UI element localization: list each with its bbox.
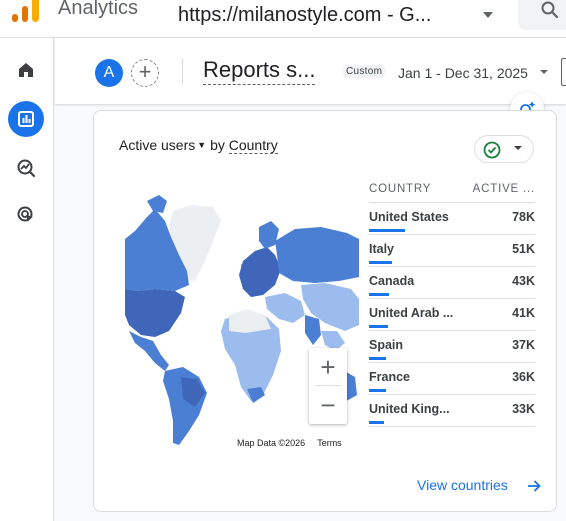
country-name: United States bbox=[369, 210, 449, 224]
country-name: United Arab ... bbox=[369, 306, 454, 320]
view-countries-link[interactable]: View countries bbox=[417, 477, 508, 493]
property-selector[interactable]: https://milanostyle.com - G... bbox=[178, 4, 431, 27]
nav-reports[interactable] bbox=[8, 101, 44, 137]
compare-button[interactable] bbox=[561, 58, 566, 86]
map-region-canada-arctic bbox=[147, 195, 167, 213]
map-zoom-controls: + − bbox=[309, 348, 347, 424]
table-row[interactable]: United Arab ... 41K bbox=[369, 299, 535, 331]
metric-selector[interactable]: Active users bbox=[119, 137, 195, 153]
chevron-down-icon[interactable] bbox=[480, 8, 496, 22]
active-users-value: 37K bbox=[512, 338, 535, 352]
table-header: COUNTRY ACTIVE ... bbox=[369, 179, 535, 203]
check-circle-icon bbox=[483, 141, 501, 159]
chevron-down-icon[interactable] bbox=[539, 68, 549, 76]
share-bar bbox=[369, 325, 389, 328]
dimension-selector[interactable]: Country bbox=[228, 137, 278, 154]
chevron-down-icon bbox=[514, 146, 522, 150]
map-region-india bbox=[305, 315, 321, 345]
active-users-value: 43K bbox=[512, 274, 535, 288]
report-header: A + Reports s... Custom Jan 1 - Dec 31, … bbox=[55, 38, 566, 104]
divider bbox=[315, 385, 341, 386]
country-name: Italy bbox=[369, 242, 395, 256]
search-button[interactable] bbox=[518, 0, 566, 30]
analytics-logo-icon[interactable] bbox=[12, 0, 42, 22]
active-users-value: 51K bbox=[512, 242, 535, 256]
explore-icon bbox=[17, 159, 36, 178]
share-bar bbox=[369, 357, 386, 360]
active-users-value: 78K bbox=[512, 210, 535, 224]
card-title: Active users ▼ by Country bbox=[119, 137, 278, 154]
comparison-avatar[interactable]: A bbox=[95, 59, 123, 87]
page-title[interactable]: Reports s... bbox=[203, 58, 316, 85]
nav-advertising[interactable] bbox=[8, 197, 44, 233]
share-bar bbox=[369, 293, 389, 296]
data-quality-chip[interactable] bbox=[474, 135, 534, 163]
map-region-north-africa bbox=[229, 309, 271, 333]
share-bar bbox=[369, 261, 393, 264]
column-header-active-users[interactable]: ACTIVE ... bbox=[473, 183, 535, 195]
app-name: Analytics bbox=[58, 0, 139, 19]
map-terms-link[interactable]: Terms bbox=[317, 438, 342, 448]
divider bbox=[182, 58, 183, 84]
map-region-middle-east bbox=[265, 293, 305, 323]
zoom-out-button[interactable]: − bbox=[309, 386, 347, 424]
search-icon bbox=[541, 1, 559, 19]
map-attribution: Map Data ©2026 Terms bbox=[233, 436, 359, 450]
share-bar bbox=[369, 389, 386, 392]
active-users-value: 33K bbox=[512, 402, 535, 416]
country-name: Canada bbox=[369, 274, 415, 288]
date-range-picker[interactable]: Jan 1 - Dec 31, 2025 bbox=[398, 65, 528, 81]
map-region-mexico bbox=[129, 331, 169, 371]
country-name: Spain bbox=[369, 338, 404, 352]
country-name: France bbox=[369, 370, 410, 384]
table-row[interactable]: United States 78K bbox=[369, 203, 535, 235]
table-row[interactable]: United King... 33K bbox=[369, 395, 535, 427]
active-users-value: 36K bbox=[512, 370, 535, 384]
table-row[interactable]: Canada 43K bbox=[369, 267, 535, 299]
share-bar bbox=[369, 421, 385, 424]
map-region-united-states bbox=[125, 289, 185, 337]
home-icon bbox=[19, 63, 33, 77]
side-navigation bbox=[0, 38, 54, 521]
date-custom-chip: Custom bbox=[343, 65, 386, 78]
advertising-icon bbox=[17, 206, 33, 222]
column-header-country[interactable]: COUNTRY bbox=[369, 183, 431, 195]
map-region-russia bbox=[275, 227, 359, 283]
by-label: by bbox=[210, 137, 225, 153]
arrow-right-icon[interactable] bbox=[526, 478, 542, 494]
top-app-bar: Analytics https://milanostyle.com - G... bbox=[0, 0, 566, 38]
active-users-by-country-card: Active users ▼ by Country + − Map Data ©… bbox=[93, 110, 557, 512]
reports-icon bbox=[18, 111, 34, 127]
caret-down-icon[interactable]: ▼ bbox=[197, 140, 206, 150]
share-bar bbox=[369, 229, 405, 232]
zoom-in-button[interactable]: + bbox=[309, 348, 347, 386]
table-row[interactable]: Spain 37K bbox=[369, 331, 535, 363]
add-comparison-button[interactable]: + bbox=[131, 59, 159, 87]
table-row[interactable]: France 36K bbox=[369, 363, 535, 395]
country-name: United King... bbox=[369, 402, 450, 416]
map-data-credit: Map Data ©2026 bbox=[237, 438, 306, 448]
table-row[interactable]: Italy 51K bbox=[369, 235, 535, 267]
nav-home[interactable] bbox=[8, 52, 44, 88]
nav-explore[interactable] bbox=[8, 150, 44, 186]
country-table: COUNTRY ACTIVE ... United States 78K Italy… bbox=[369, 179, 535, 427]
active-users-value: 41K bbox=[512, 306, 535, 320]
